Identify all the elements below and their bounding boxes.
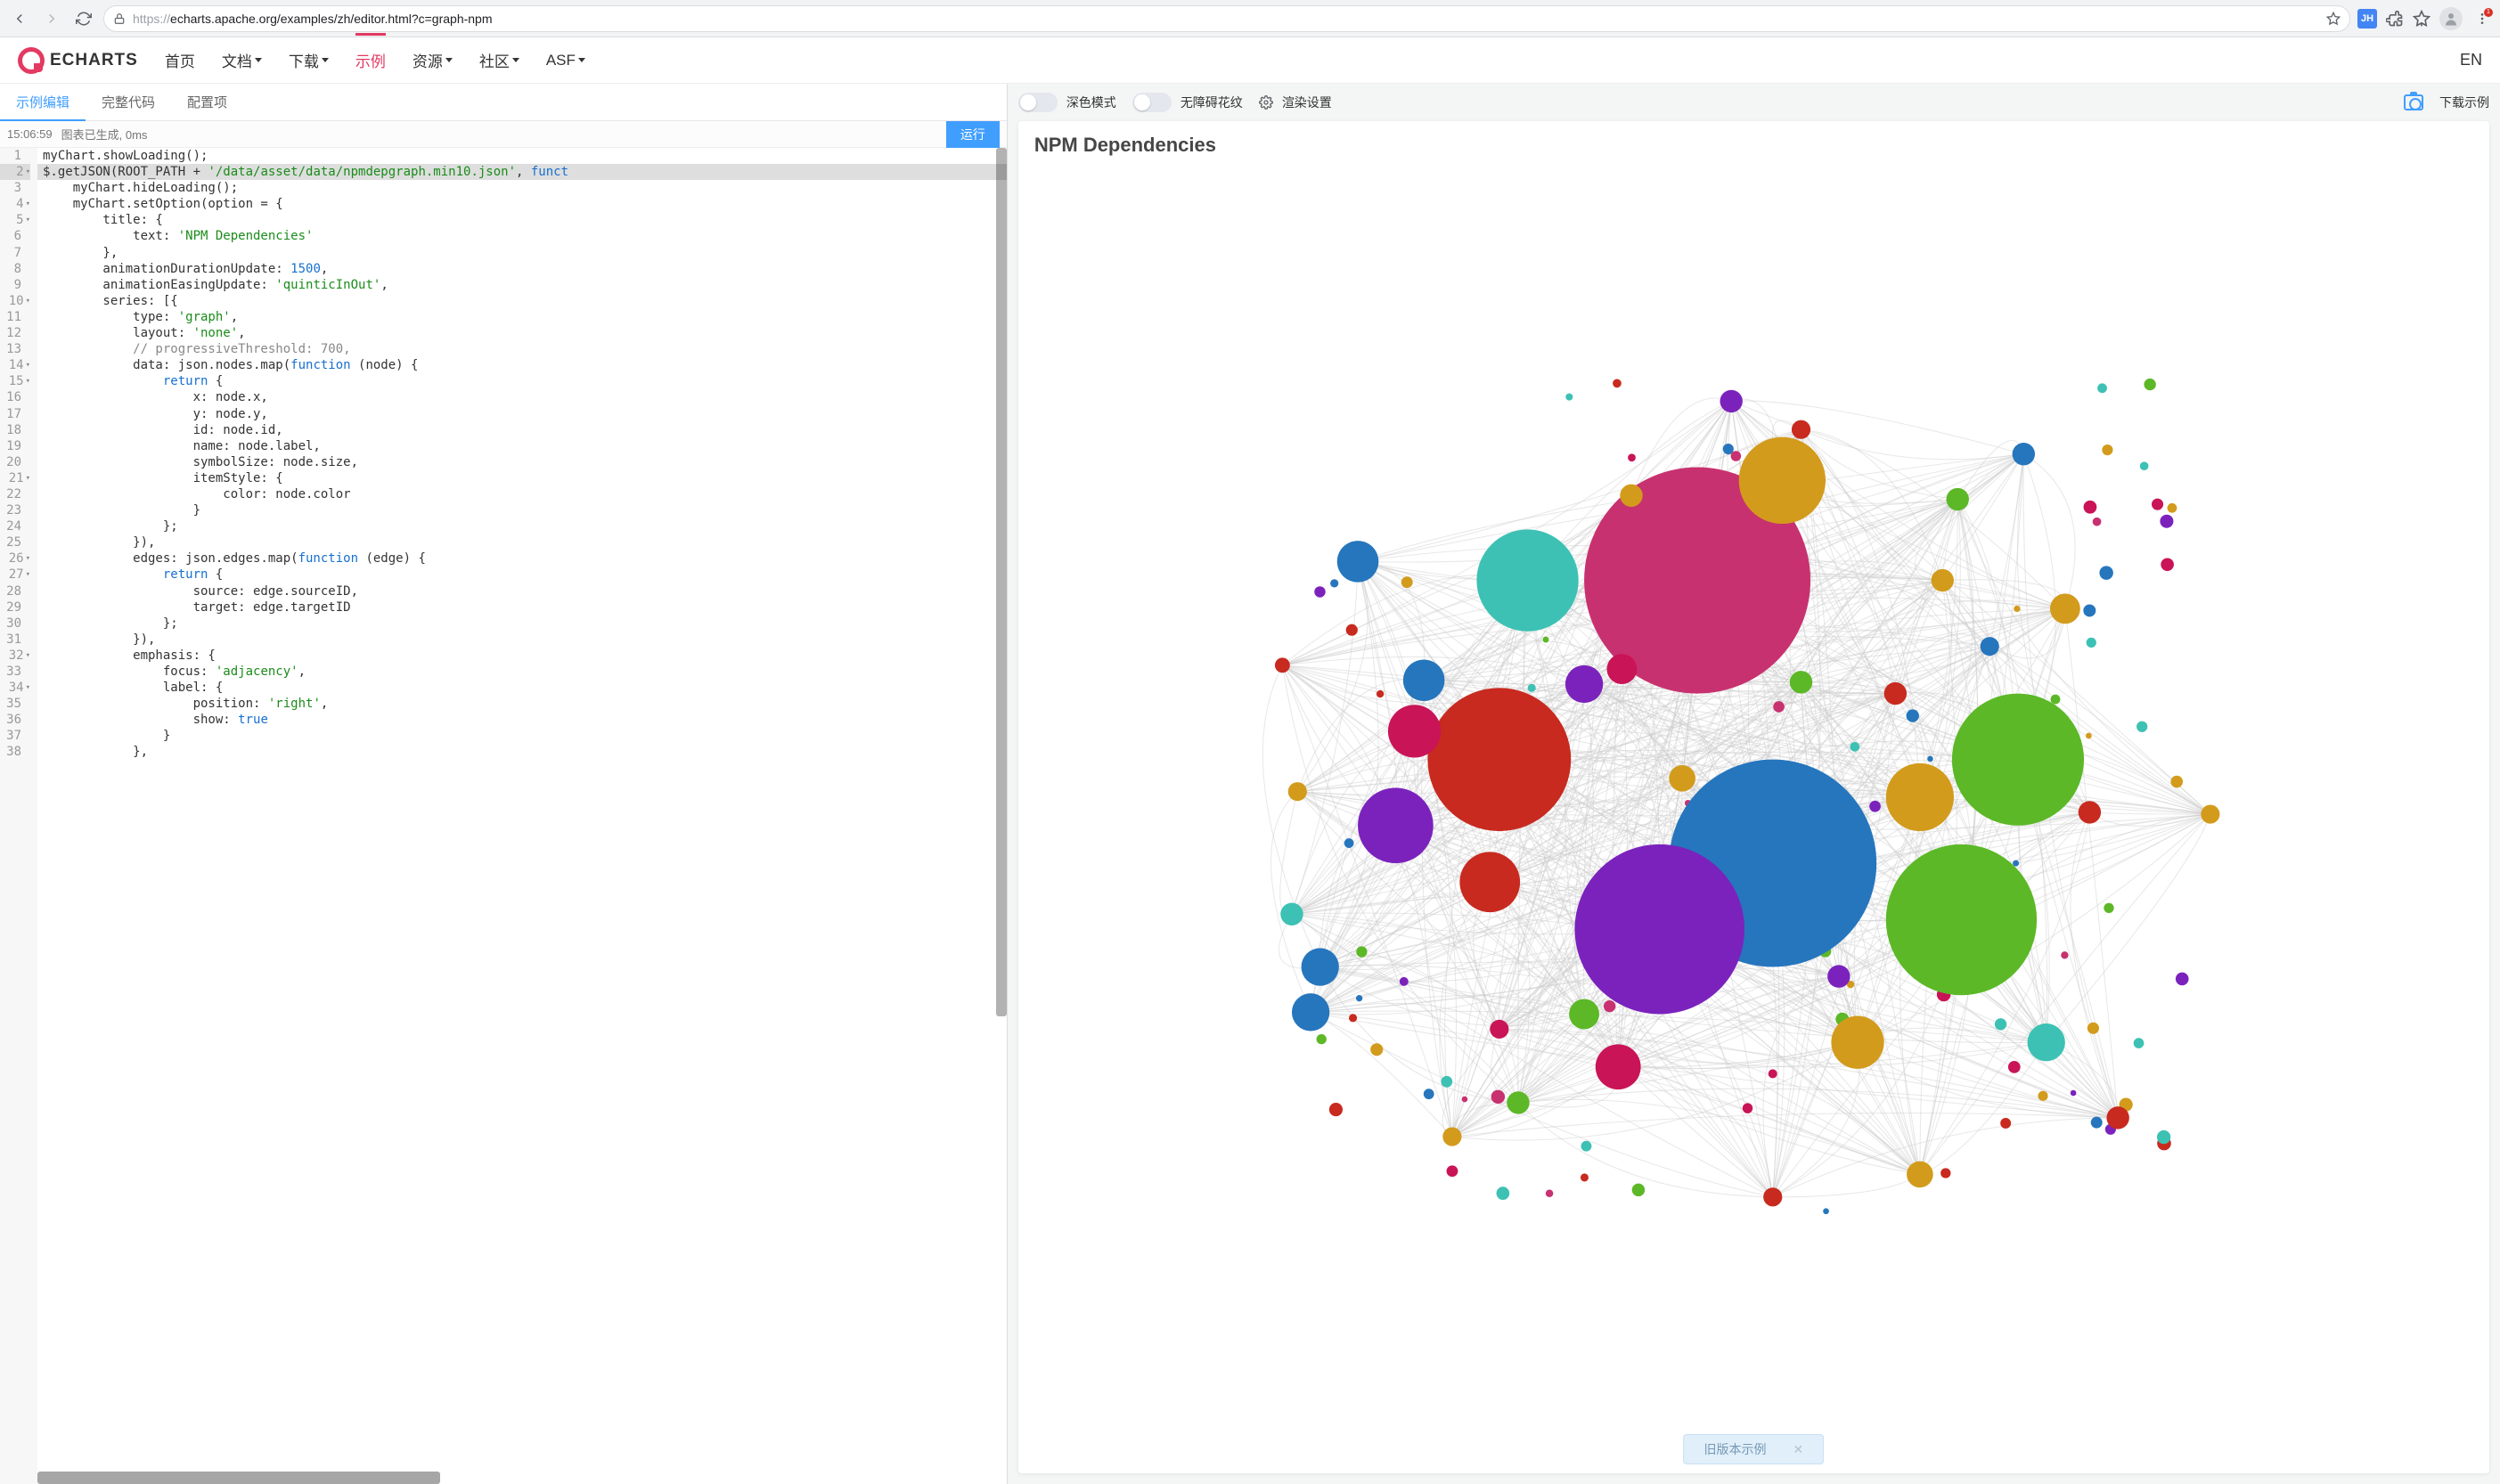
status-message: 图表已生成, 0ms (61, 126, 148, 143)
close-icon[interactable]: ✕ (1793, 1442, 1804, 1457)
browser-actions: JH 1 (2357, 7, 2493, 30)
status-bar: 15:06:59 图表已生成, 0ms 运行 (0, 121, 1007, 148)
code-editor[interactable]: 12▾34▾5▾678910▾11121314▾15▾161718192021▾… (0, 148, 1007, 1484)
nav-home[interactable]: 首页 (165, 49, 195, 71)
main-nav: 首页 文档 下载 示例 资源 社区 ASF (165, 49, 585, 71)
chart-title: NPM Dependencies (1034, 134, 1216, 157)
menu-button[interactable]: 1 (2471, 8, 2493, 29)
extension-badge[interactable]: JH (2357, 9, 2377, 29)
chevron-down-icon (578, 58, 585, 62)
run-button[interactable]: 运行 (946, 121, 1000, 148)
preview-pane: 深色模式 无障碍花纹 渲染设置 下载示例 NPM Dependencies 旧版… (1008, 84, 2500, 1484)
dark-mode-label: 深色模式 (1066, 94, 1116, 111)
logo-icon (18, 47, 45, 74)
old-version-banner[interactable]: 旧版本示例 ✕ (1684, 1434, 1825, 1464)
logo[interactable]: ECHARTS (18, 47, 138, 74)
star-icon[interactable] (2326, 12, 2341, 26)
a11y-label: 无障碍花纹 (1181, 94, 1243, 111)
graph-svg (1018, 121, 2489, 1473)
gear-icon (1259, 95, 1273, 110)
nav-examples[interactable]: 示例 (355, 49, 386, 71)
chevron-down-icon (445, 58, 453, 62)
nav-community[interactable]: 社区 (479, 49, 519, 71)
a11y-toggle[interactable] (1132, 93, 1172, 112)
editor-pane: 示例编辑 完整代码 配置项 15:06:59 图表已生成, 0ms 运行 12▾… (0, 84, 1008, 1484)
chevron-down-icon (255, 58, 262, 62)
forward-button[interactable] (39, 6, 64, 31)
browser-chrome: https://echarts.apache.org/examples/zh/e… (0, 0, 2500, 37)
screenshot-button[interactable] (2404, 94, 2423, 110)
download-button[interactable]: 下载示例 (2439, 94, 2489, 111)
tab-edit[interactable]: 示例编辑 (0, 84, 86, 120)
profile-avatar[interactable] (2439, 7, 2463, 30)
favorites-icon[interactable] (2413, 10, 2431, 28)
nav-download[interactable]: 下载 (289, 49, 329, 71)
logo-text: ECHARTS (50, 51, 138, 70)
chart-canvas[interactable]: NPM Dependencies 旧版本示例 ✕ (1018, 121, 2489, 1473)
nav-resources[interactable]: 资源 (413, 49, 453, 71)
nav-asf[interactable]: ASF (546, 49, 585, 71)
chevron-down-icon (322, 58, 329, 62)
chevron-down-icon (512, 58, 519, 62)
reload-button[interactable] (71, 6, 96, 31)
nav-docs[interactable]: 文档 (222, 49, 262, 71)
lock-icon (113, 12, 126, 25)
tab-config[interactable]: 配置项 (171, 84, 243, 120)
editor-tabs: 示例编辑 完整代码 配置项 (0, 84, 1007, 121)
extensions-icon[interactable] (2386, 10, 2404, 28)
dark-mode-toggle[interactable] (1018, 93, 1058, 112)
back-button[interactable] (7, 6, 32, 31)
render-settings-label[interactable]: 渲染设置 (1282, 94, 1332, 111)
site-header: ECHARTS 首页 文档 下载 示例 资源 社区 ASF EN (0, 37, 2500, 84)
tab-full-code[interactable]: 完整代码 (86, 84, 171, 120)
scrollbar-horizontal[interactable] (37, 1472, 440, 1484)
scrollbar-vertical[interactable] (996, 148, 1007, 1016)
url-bar[interactable]: https://echarts.apache.org/examples/zh/e… (103, 5, 2350, 32)
status-time: 15:06:59 (7, 127, 53, 141)
url-text: https://echarts.apache.org/examples/zh/e… (133, 12, 2319, 26)
preview-toolbar: 深色模式 无障碍花纹 渲染设置 下载示例 (1008, 84, 2500, 121)
lang-toggle[interactable]: EN (2460, 51, 2482, 69)
